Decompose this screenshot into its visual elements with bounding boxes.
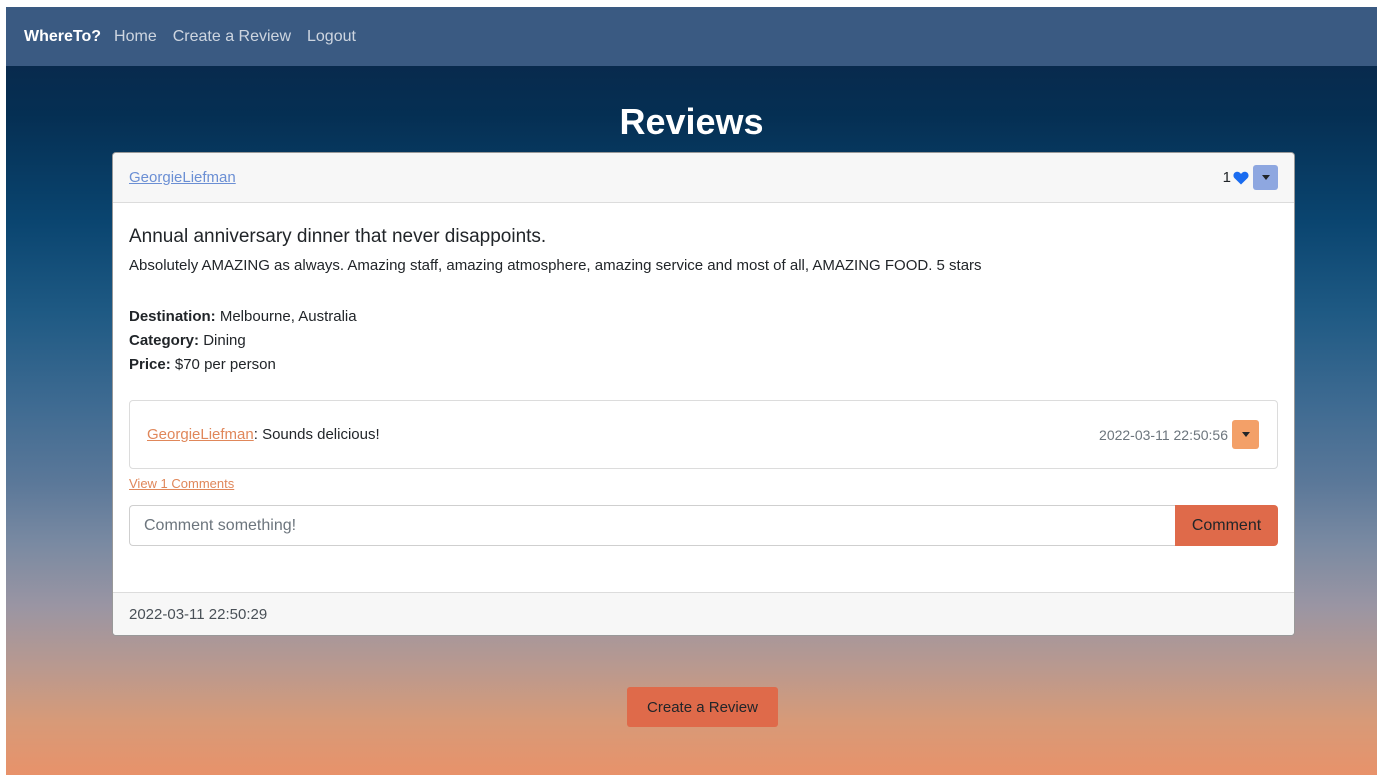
destination-value: Melbourne, Australia	[219, 308, 357, 325]
comment-item: GeorgieLiefman: Sounds delicious! 2022-0…	[129, 400, 1278, 469]
comment-submit-button[interactable]: Comment	[1175, 505, 1278, 546]
heart-icon[interactable]	[1233, 171, 1249, 185]
category-label: Category:	[129, 332, 200, 349]
category-value: Dining	[203, 332, 246, 349]
caret-down-icon	[1241, 432, 1250, 437]
destination-label: Destination:	[129, 308, 216, 325]
comment-options-dropdown[interactable]	[1232, 420, 1259, 449]
review-timestamp: 2022-03-11 22:50:29	[129, 605, 268, 623]
like-control: 1	[1223, 165, 1278, 190]
comment-input[interactable]	[129, 505, 1175, 546]
review-title: Annual anniversary dinner that never dis…	[129, 226, 547, 247]
category-row: Category: Dining	[129, 329, 1278, 353]
review-card-header: GeorgieLiefman 1	[113, 153, 1294, 203]
price-row: Price: $70 per person	[129, 353, 1278, 377]
comment-author-link[interactable]: GeorgieLiefman	[147, 426, 254, 443]
review-meta: Destination: Melbourne, Australia Catego…	[129, 305, 1278, 377]
like-count: 1	[1222, 169, 1231, 186]
review-card-footer: 2022-03-11 22:50:29	[113, 592, 1294, 635]
review-card: GeorgieLiefman 1 Annual anniversary dinn…	[112, 152, 1295, 636]
review-options-dropdown[interactable]	[1253, 165, 1278, 190]
review-card-body: Annual anniversary dinner that never dis…	[113, 203, 1294, 546]
comment-timestamp: 2022-03-11 22:50:56	[1099, 426, 1228, 443]
review-body: Absolutely AMAZING as always. Amazing st…	[129, 257, 982, 274]
comment-content: GeorgieLiefman: Sounds delicious!	[147, 426, 380, 443]
price-value: $70 per person	[174, 356, 276, 373]
destination-row: Destination: Melbourne, Australia	[129, 305, 1278, 329]
nav-link-logout[interactable]: Logout	[307, 28, 356, 46]
comment-form: Comment	[129, 505, 1278, 546]
brand-logo[interactable]: WhereTo?	[24, 28, 101, 46]
price-label: Price:	[129, 356, 171, 373]
comment-text: Sounds delicious!	[257, 426, 380, 443]
nav-link-create-review[interactable]: Create a Review	[173, 28, 291, 46]
caret-down-icon	[1261, 175, 1270, 180]
app-frame: WhereTo? Home Create a Review Logout Rev…	[6, 7, 1377, 775]
page-title: Reviews	[619, 101, 764, 142]
nav-link-home[interactable]: Home	[114, 28, 157, 46]
create-review-button[interactable]: Create a Review	[627, 687, 778, 727]
comment-meta: 2022-03-11 22:50:56	[1099, 420, 1259, 449]
view-comments-link[interactable]: View 1 Comments	[129, 476, 234, 491]
review-author-link[interactable]: GeorgieLiefman	[129, 169, 236, 186]
navbar: WhereTo? Home Create a Review Logout	[6, 7, 1377, 66]
